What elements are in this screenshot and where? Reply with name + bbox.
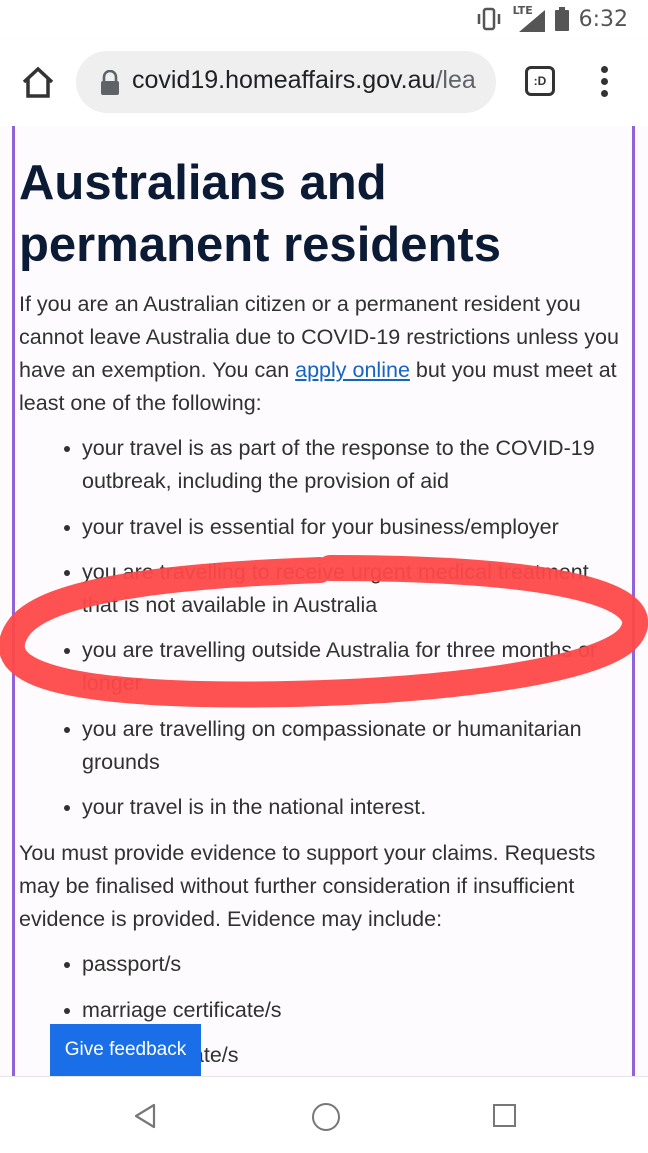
browser-toolbar: covid19.homeaffairs.gov.au/lea :D — [0, 40, 648, 126]
list-item-line: your travel is essential for your busine… — [82, 515, 559, 539]
content-left-border — [12, 126, 15, 1076]
home-icon — [22, 66, 54, 98]
list-item-line: your travel is in the national interest. — [82, 795, 427, 819]
more-vert-icon[interactable] — [594, 66, 614, 100]
tab-switcher-button[interactable]: :D — [525, 66, 555, 96]
list-item-line: marriage certificate/s — [82, 998, 282, 1022]
list-item: your travel is essential for your busine… — [64, 511, 627, 544]
list-item-line: that is not available in Australia — [82, 593, 378, 617]
home-circle-icon[interactable] — [312, 1103, 340, 1131]
evidence-line: You must provide evidence to support you… — [19, 841, 596, 865]
intro-line: cannot leave Australia due to COVID-19 r… — [19, 325, 619, 349]
back-icon[interactable] — [132, 1103, 158, 1129]
home-button[interactable] — [18, 62, 58, 102]
page-title: Australians and permanent residents — [19, 152, 619, 276]
intro-line: least one of the following: — [19, 391, 262, 415]
address-bar[interactable]: covid19.homeaffairs.gov.au/lea — [76, 51, 496, 113]
intro-line: If you are an Australian citizen or a pe… — [19, 292, 581, 316]
list-item: you are travelling to receive urgent med… — [64, 556, 627, 622]
status-icons: LTE 6:32 — [475, 4, 628, 32]
page-title-line-1: Australians and — [19, 156, 387, 210]
url-domain: covid19.homeaffairs.gov.au — [132, 66, 436, 94]
battery-icon — [554, 7, 569, 31]
signal-icon: LTE — [513, 4, 545, 32]
list-item: marriage certificate/s — [64, 994, 627, 1027]
evidence-paragraph: You must provide evidence to support you… — [19, 837, 627, 936]
list-item-line: your travel is as part of the response t… — [82, 436, 595, 460]
list-item-line: grounds — [82, 750, 160, 774]
page-title-line-2: permanent residents — [19, 218, 501, 272]
status-time: 6:32 — [578, 6, 628, 32]
vibrate-icon — [477, 7, 500, 31]
evidence-line: evidence is provided. Evidence may inclu… — [19, 907, 443, 931]
list-item-line: you are travelling on compassionate or h… — [82, 717, 582, 741]
recents-icon[interactable] — [493, 1104, 516, 1127]
tabs-icon: :D — [533, 74, 547, 88]
status-bar: LTE 6:32 — [0, 0, 648, 40]
list-item-line: you are travelling outside Australia for… — [82, 638, 598, 662]
give-feedback-button[interactable]: Give feedback — [50, 1024, 201, 1076]
list-item: your travel is as part of the response t… — [64, 432, 627, 498]
content-right-border — [632, 126, 635, 1076]
list-item-line: longer — [82, 671, 142, 695]
lock-icon — [101, 70, 119, 95]
list-item: your travel is in the national interest. — [64, 791, 627, 824]
navigation-bar — [0, 1076, 648, 1153]
list-item-line: passport/s — [82, 952, 182, 976]
page-content: Australians and permanent residents If y… — [0, 126, 648, 1076]
list-item-line: outbreak, including the provision of aid — [82, 469, 449, 493]
list-item: you are travelling on compassionate or h… — [64, 713, 627, 779]
evidence-line: may be finalised without further conside… — [19, 874, 575, 898]
apply-online-link[interactable]: apply online — [295, 358, 410, 382]
list-item: passport/s — [64, 948, 627, 981]
intro-line: have an exemption. You can — [19, 358, 296, 382]
url-text: covid19.homeaffairs.gov.au/lea — [132, 66, 486, 95]
list-item-line: you are travelling to receive urgent med… — [82, 560, 589, 584]
intro-paragraph: If you are an Australian citizen or a pe… — [19, 288, 627, 420]
intro-line: but you must meet at — [409, 358, 617, 382]
list-item: you are travelling outside Australia for… — [64, 634, 627, 700]
url-path: /lea — [435, 66, 476, 94]
